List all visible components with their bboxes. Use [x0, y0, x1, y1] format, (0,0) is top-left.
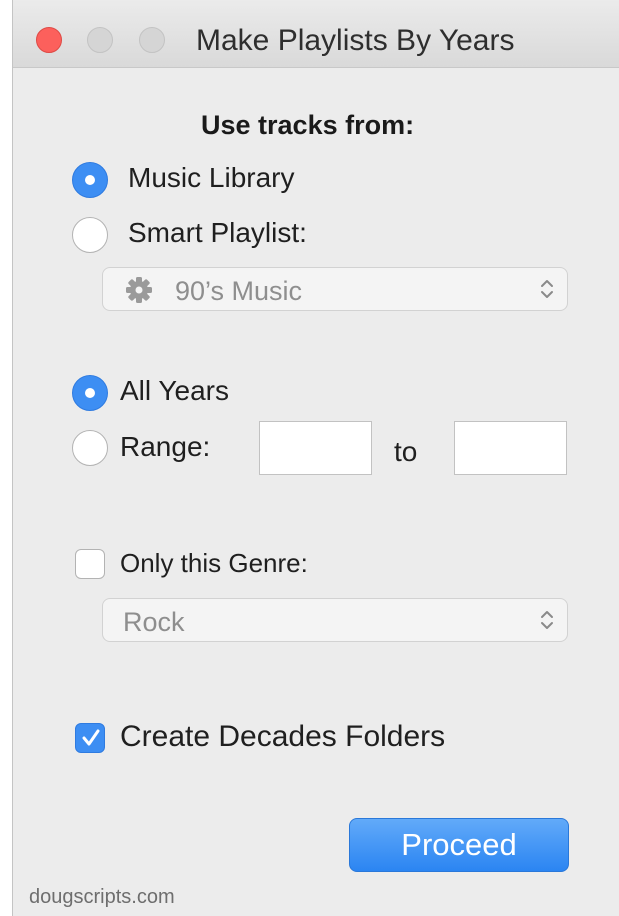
genre-popup[interactable]: Rock	[102, 598, 568, 642]
only-genre-checkbox[interactable]	[75, 549, 105, 579]
smart-playlist-value: 90’s Music	[175, 276, 303, 306]
smart-playlist-popup[interactable]: 90’s Music	[102, 267, 568, 311]
chevron-updown-icon	[539, 277, 555, 306]
title-bar[interactable]: Make Playlists By Years	[13, 0, 619, 68]
create-decades-label[interactable]: Create Decades Folders	[120, 720, 445, 754]
genre-value: Rock	[123, 607, 185, 637]
music-library-label[interactable]: Music Library	[128, 162, 294, 194]
minimize-window-button[interactable]	[87, 27, 113, 53]
range-label[interactable]: Range:	[120, 431, 210, 463]
range-to-label: to	[394, 436, 418, 467]
music-library-radio[interactable]	[72, 162, 108, 198]
all-years-label[interactable]: All Years	[120, 375, 229, 407]
checkmark-icon	[80, 727, 102, 754]
zoom-window-button[interactable]	[139, 27, 165, 53]
only-genre-label[interactable]: Only this Genre:	[120, 548, 308, 579]
dialog-window: Make Playlists By Years Use tracks from:…	[12, 0, 619, 916]
create-decades-checkbox[interactable]	[75, 723, 105, 753]
gear-icon	[125, 276, 153, 309]
smart-playlist-label[interactable]: Smart Playlist:	[128, 217, 307, 249]
window-title: Make Playlists By Years	[196, 24, 515, 57]
range-radio[interactable]	[72, 430, 108, 466]
close-window-button[interactable]	[36, 27, 62, 53]
range-to-field[interactable]	[454, 421, 567, 475]
proceed-button[interactable]: Proceed	[349, 818, 569, 872]
range-from-field[interactable]	[259, 421, 372, 475]
all-years-radio[interactable]	[72, 375, 108, 411]
smart-playlist-radio[interactable]	[72, 217, 108, 253]
footer-credit: dougscripts.com	[29, 886, 175, 908]
chevron-updown-icon	[539, 608, 555, 637]
source-heading: Use tracks from:	[201, 110, 415, 140]
